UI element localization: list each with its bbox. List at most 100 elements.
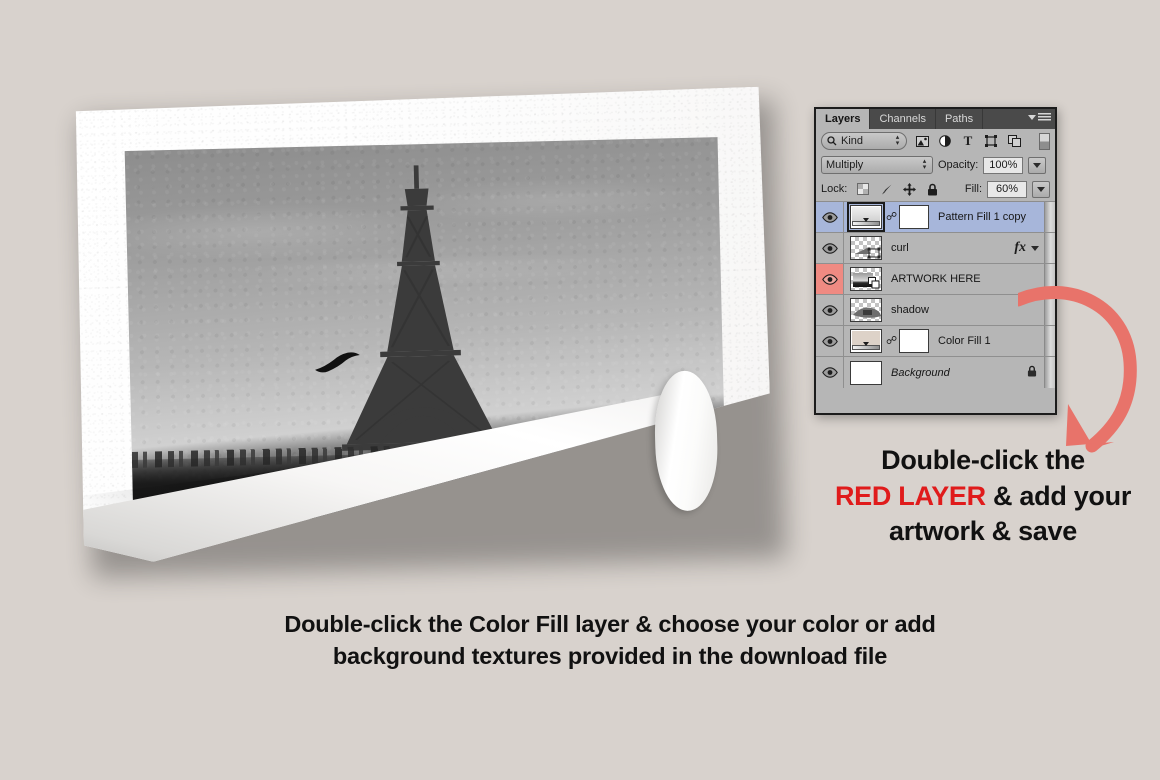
hamburger-menu-icon — [1038, 113, 1051, 122]
shadow-shape-icon — [853, 307, 881, 318]
bottom-instruction-line-2: background textures provided in the down… — [332, 643, 888, 670]
mockup-preview-canvas: Layers Channels Paths Kind ▴ ▾ T Multipl… — [0, 0, 1160, 780]
eye-icon — [821, 273, 838, 285]
curl-shape-icon — [855, 247, 881, 259]
opacity-value[interactable]: 100% — [983, 156, 1024, 174]
layer-list[interactable]: ☍ Pattern Fill 1 copy curl fx ARTWORK HE… — [816, 201, 1055, 388]
layer-thumbnails: ☍ — [844, 202, 929, 232]
link-mask-icon[interactable]: ☍ — [886, 211, 897, 223]
tab-layers[interactable]: Layers — [816, 109, 871, 129]
panel-menu-button[interactable] — [1028, 113, 1051, 122]
pixel-layer-filter-icon[interactable] — [915, 134, 929, 148]
layer-thumbnail[interactable] — [850, 360, 882, 385]
instruction-line-1: Double-click the — [881, 445, 1085, 475]
table-row[interactable]: ARTWORK HERE — [816, 264, 1055, 295]
filter-kind-label: Kind — [841, 135, 864, 147]
table-row[interactable]: ☍ Pattern Fill 1 copy — [816, 202, 1055, 233]
layer-name[interactable]: curl — [891, 242, 909, 254]
layer-thumbnails — [844, 360, 882, 385]
layer-list-scrollbar[interactable] — [1044, 357, 1055, 388]
eye-icon — [821, 242, 838, 254]
fill-dropdown-button[interactable] — [1032, 180, 1050, 198]
type-layer-filter-icon[interactable]: T — [961, 133, 975, 148]
eye-icon — [821, 367, 838, 378]
bottom-instruction-line-1: Double-click the Color Fill layer & choo… — [284, 611, 936, 637]
fx-icon[interactable]: fx — [1014, 240, 1026, 256]
blend-mode-stepper[interactable]: ▴ ▾ — [921, 158, 928, 171]
eye-icon — [821, 335, 838, 347]
filter-kind-select[interactable]: Kind ▴ ▾ — [821, 132, 907, 150]
red-layer-emphasis: RED LAYER — [834, 480, 986, 511]
layer-visibility-toggle[interactable] — [816, 326, 844, 356]
layer-thumbnail[interactable] — [850, 236, 882, 260]
opacity-dropdown-button[interactable] — [1028, 156, 1047, 174]
table-row[interactable]: Background — [816, 357, 1055, 388]
shape-layer-filter-icon[interactable] — [984, 134, 998, 148]
layer-thumbnails — [844, 267, 882, 291]
instruction-line-2-rest: & add your — [985, 480, 1132, 511]
layer-name[interactable]: Background — [891, 367, 950, 379]
layer-filter-icons: T — [915, 133, 1021, 148]
eye-icon — [821, 211, 838, 223]
layer-thumbnail[interactable] — [850, 267, 882, 291]
link-mask-icon[interactable]: ☍ — [886, 335, 897, 347]
chevron-down-icon — [1037, 186, 1045, 192]
instruction-line-2: RED LAYER & add your — [812, 479, 1154, 515]
fill-value[interactable]: 60% — [987, 180, 1027, 198]
chevron-down-icon[interactable] — [1031, 245, 1039, 251]
layer-name[interactable]: Color Fill 1 — [938, 335, 991, 347]
photo-paper-mockup — [72, 86, 787, 575]
photoshop-layers-panel[interactable]: Layers Channels Paths Kind ▴ ▾ T Multipl… — [814, 107, 1057, 415]
chevron-down-icon — [1028, 115, 1036, 120]
filter-kind-stepper[interactable]: ▴ ▾ — [894, 134, 901, 147]
layer-mask-thumbnail[interactable] — [899, 205, 929, 229]
lock-all-icon[interactable] — [925, 182, 939, 196]
table-row[interactable]: ☍ Color Fill 1 — [816, 326, 1055, 357]
eye-icon — [821, 304, 838, 316]
table-row[interactable]: shadow — [816, 295, 1055, 326]
layer-filter-row: Kind ▴ ▾ T — [816, 129, 1055, 153]
layer-visibility-toggle[interactable] — [816, 233, 844, 263]
layer-list-scrollbar[interactable] — [1044, 264, 1055, 294]
adjustment-layer-filter-icon[interactable] — [938, 134, 952, 148]
layer-thumbnails — [844, 236, 882, 260]
lock-transparent-pixels-icon[interactable] — [856, 182, 870, 196]
layer-visibility-toggle[interactable] — [816, 357, 844, 388]
layer-visibility-toggle[interactable] — [816, 264, 844, 294]
layer-name[interactable]: ARTWORK HERE — [891, 273, 981, 285]
instruction-line-3: artwork & save — [889, 516, 1077, 547]
bird-silhouette — [313, 350, 373, 377]
layer-thumbnails: ☍ — [844, 329, 929, 353]
layer-thumbnails — [844, 298, 882, 322]
layer-list-scrollbar[interactable] — [1044, 202, 1055, 232]
panel-tab-bar: Layers Channels Paths — [816, 109, 1055, 129]
lock-icons — [856, 182, 939, 196]
blend-mode-value: Multiply — [826, 159, 864, 171]
filter-enable-toggle[interactable] — [1039, 132, 1050, 150]
layer-thumbnail[interactable] — [850, 298, 882, 322]
layer-name[interactable]: shadow — [891, 304, 929, 316]
lock-position-icon[interactable] — [902, 182, 916, 196]
layer-name[interactable]: Pattern Fill 1 copy — [938, 211, 1026, 223]
right-instruction-text: Double-click the RED LAYER & add your ar… — [812, 443, 1154, 550]
layer-visibility-toggle[interactable] — [816, 202, 844, 232]
layer-list-scrollbar[interactable] — [1044, 295, 1055, 325]
lock-icon — [1027, 365, 1037, 377]
opacity-label: Opacity: — [938, 159, 979, 171]
layer-mask-thumbnail[interactable] — [899, 329, 929, 353]
tab-channels[interactable]: Channels — [870, 109, 936, 129]
bottom-instruction-text: Double-click the Color Fill layer & choo… — [160, 608, 1060, 673]
tab-paths[interactable]: Paths — [935, 109, 984, 129]
table-row[interactable]: curl fx — [816, 233, 1055, 264]
lock-image-pixels-icon[interactable] — [879, 182, 893, 196]
layer-list-scrollbar[interactable] — [1044, 233, 1055, 263]
blend-mode-row: Multiply ▴ ▾ Opacity: 100% — [816, 153, 1055, 177]
layer-list-scrollbar[interactable] — [1044, 326, 1055, 356]
lock-row: Lock: Fill: 60% — [816, 177, 1055, 201]
layer-thumbnail[interactable] — [847, 202, 885, 232]
chevron-down-icon — [1033, 162, 1042, 168]
blend-mode-select[interactable]: Multiply ▴ ▾ — [821, 156, 933, 174]
layer-visibility-toggle[interactable] — [816, 295, 844, 325]
layer-thumbnail[interactable] — [850, 329, 882, 353]
smart-object-filter-icon[interactable] — [1007, 134, 1021, 148]
